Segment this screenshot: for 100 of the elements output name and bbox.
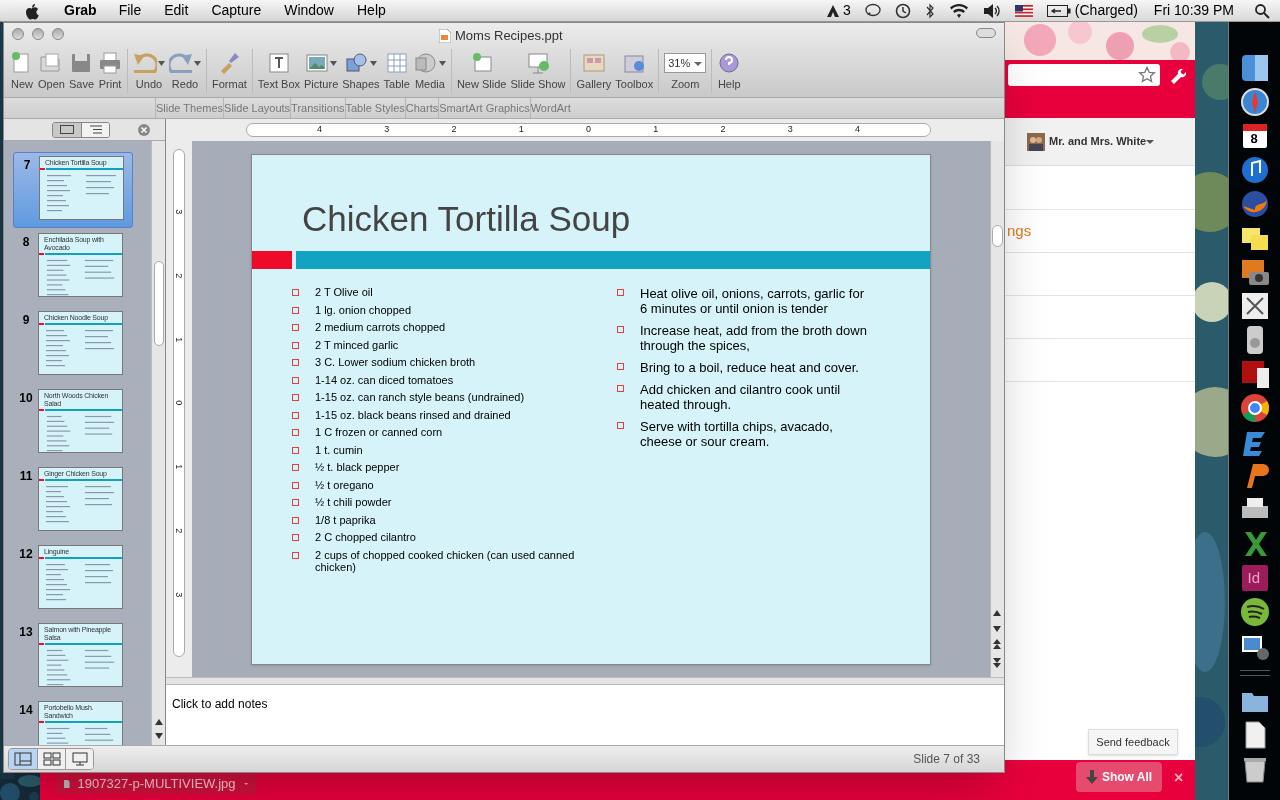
toolbar-button[interactable]: Text Box	[255, 49, 303, 91]
bullet-icon	[292, 324, 299, 331]
update-count[interactable]: 3	[843, 0, 851, 21]
slide[interactable]	[251, 154, 931, 665]
bullet-icon	[292, 481, 299, 489]
up-arrow-icon[interactable]	[155, 719, 163, 725]
list-item: 2 T minced garlic	[315, 338, 399, 351]
list-item: 2 C chopped cilantro	[315, 531, 416, 544]
bullet-icon	[292, 411, 299, 419]
navigation-arrows-icon[interactable]	[992, 609, 1002, 669]
menu-item[interactable]: Help	[357, 0, 386, 21]
scroll-thumb[interactable]	[154, 261, 164, 346]
list-item: 1 t. cumin	[315, 443, 363, 456]
triangle-icon[interactable]	[826, 3, 841, 18]
ruler-label: 3	[173, 209, 186, 215]
list-item: Serve with tortilla chips, avacado, cheese or sour cream.	[640, 419, 834, 449]
toolbar-button[interactable]: Open	[36, 49, 67, 91]
bullet-icon	[292, 551, 299, 559]
normal-view-icon	[14, 752, 32, 766]
list-item: 1 lg. onion chopped	[315, 303, 412, 316]
menu-item[interactable]: File	[118, 0, 142, 21]
scroll-thumb[interactable]	[992, 225, 1003, 247]
volume-icon[interactable]	[982, 2, 1001, 19]
list-item: Heat olive oil, onions, carrots, garlic for 6 minutes or until onion is tender	[640, 286, 865, 316]
toolbar-button[interactable]: New Slide	[454, 49, 509, 91]
toolbar-button[interactable]: Shapes	[340, 49, 382, 91]
toolbar-button[interactable]: Toolbox	[613, 49, 656, 91]
view-switcher[interactable]	[8, 748, 94, 770]
flag-icon[interactable]	[1014, 4, 1033, 17]
view-button[interactable]	[65, 749, 93, 769]
feedback-button[interactable]: Send feedback	[1088, 729, 1178, 755]
bullet-icon	[617, 326, 624, 333]
ruler-label: 2	[720, 123, 726, 137]
clock-icon[interactable]	[894, 2, 911, 19]
close-icon[interactable]	[137, 123, 151, 137]
outline-view-tab[interactable]	[81, 122, 109, 137]
view-switcher[interactable]	[52, 121, 110, 138]
wifi-icon[interactable]	[948, 2, 969, 19]
list-item: 1-15 oz. can ranch style beans (undrained)	[315, 391, 525, 404]
down-arrow-icon[interactable]	[155, 733, 163, 739]
toolbar-button[interactable]: Redo	[167, 49, 203, 91]
view-button[interactable]	[9, 749, 37, 769]
file-name: 1907327-p-MULTIVIEW.jpg	[77, 775, 236, 794]
zoom-control[interactable]: 31% Zoom	[662, 49, 709, 91]
toolbar-button[interactable]: Picture	[302, 49, 341, 91]
clock[interactable]: Fri 10:39 PM	[1153, 0, 1234, 21]
toolbar-button[interactable]: Help	[715, 49, 744, 91]
list-item: 1-15 oz. black beans rinsed and drained	[315, 408, 511, 421]
list-item: 1-14 oz. can diced tomatoes	[315, 373, 454, 386]
ruler-label: 2	[451, 123, 457, 137]
chat-bubble-icon[interactable]	[864, 2, 881, 19]
ruler-label: 4	[854, 123, 860, 137]
bullet-icon	[292, 289, 299, 296]
show-all-button[interactable]: Show All	[1076, 762, 1162, 792]
window-control[interactable]	[12, 28, 24, 40]
toolbar-button[interactable]: Format	[210, 49, 249, 91]
dock-divider	[1239, 670, 1270, 676]
bullet-icon	[617, 363, 624, 370]
list-item: 3 C. Lower sodium chicken broth	[315, 356, 476, 369]
search-icon[interactable]	[1254, 2, 1270, 19]
notes-field[interactable]: Click to add notes	[166, 685, 1004, 745]
star-icon[interactable]	[1138, 66, 1156, 84]
download-item[interactable]: 1907327-p-MULTIVIEW.jpg	[56, 774, 256, 794]
toolbar-button[interactable]: Media	[411, 49, 448, 91]
bullet-icon	[292, 499, 299, 506]
toolbar-button[interactable]: Save	[66, 49, 96, 91]
scrollbar[interactable]	[990, 141, 1004, 677]
slide-counter: Slide 7 of 33	[913, 751, 980, 768]
menu-item[interactable]: Edit	[164, 0, 189, 21]
toolbar-button[interactable]: Print	[96, 49, 124, 91]
profile-name[interactable]: Mr. and Mrs. White	[1049, 133, 1155, 150]
slide-icon	[60, 125, 74, 134]
ruler-label: 2	[173, 273, 186, 278]
slide-number: 10	[18, 390, 34, 407]
toolbar-button[interactable]: Slide Show	[508, 49, 568, 91]
toolbar-button[interactable]: Table	[381, 49, 412, 91]
menu-item[interactable]: Window	[284, 0, 334, 21]
address-field[interactable]	[1008, 64, 1160, 86]
bullet-icon	[617, 385, 624, 392]
bullet-icon	[292, 341, 299, 349]
toolbar-button[interactable]: New	[8, 49, 36, 91]
slides-view-tab[interactable]	[53, 122, 81, 137]
menu-item[interactable]: Capture	[211, 0, 262, 21]
bullet-icon	[292, 446, 299, 454]
circle-logo-icon[interactable]	[1238, 392, 1271, 424]
list-item: Bring to a boil, reduce heat and cover.	[640, 360, 860, 375]
list-item: Add chicken and cilantro cook until heated through.	[640, 382, 842, 412]
waves-icon[interactable]	[1238, 596, 1271, 628]
menu-item[interactable]: Grab	[64, 0, 97, 21]
toolbar-button[interactable]: Undo	[131, 49, 167, 91]
scrollbar[interactable]	[151, 141, 165, 745]
slide-number: 11	[18, 468, 34, 485]
bluetooth-icon[interactable]	[924, 2, 935, 19]
battery-status[interactable]: (Charged)	[1074, 0, 1138, 21]
ruler-label: 1	[653, 123, 659, 137]
list-item: 2 cups of chopped cooked chicken (can used canned chicken)	[315, 548, 576, 574]
apple-icon[interactable]	[24, 1, 40, 20]
toolbar-button[interactable]: Gallery	[574, 49, 614, 91]
compass-icon[interactable]	[1238, 86, 1271, 118]
battery-icon[interactable]	[1046, 4, 1071, 17]
